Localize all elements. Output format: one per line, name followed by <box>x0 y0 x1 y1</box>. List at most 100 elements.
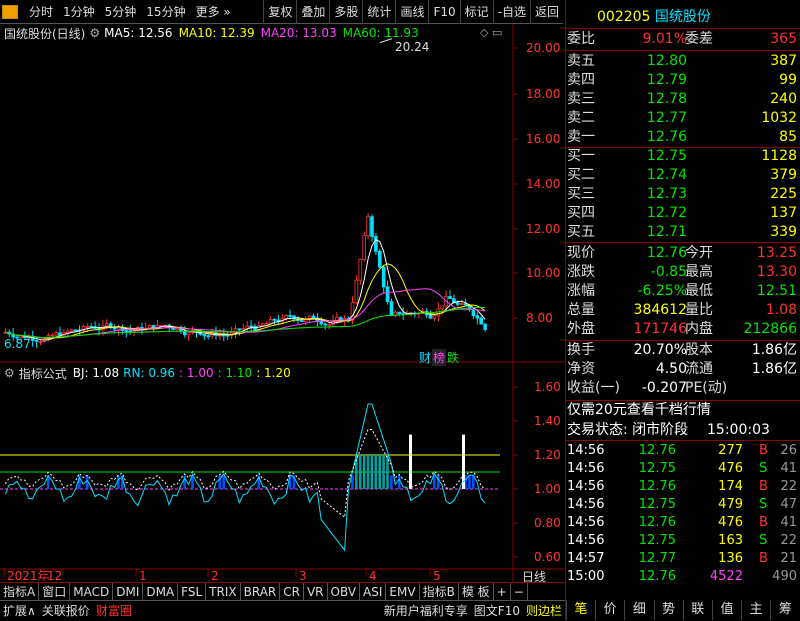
multi-stock-button[interactable]: 多股 <box>329 0 362 24</box>
indicator-tick: 0.60 <box>534 550 561 564</box>
indicator-tab[interactable]: 模 板 <box>459 582 494 601</box>
indicator-value: : 1.20 <box>256 366 291 380</box>
sidebar-button[interactable]: 则边栏 <box>523 601 565 621</box>
tab-1min[interactable]: 1分钟 <box>58 0 100 24</box>
orderbook-row[interactable]: 卖二 12.77 1032 <box>567 108 799 128</box>
kline-chart[interactable]: 20.00 18.00 16.00 14.00 12.00 10.00 8.00 1.60 1… <box>0 24 565 582</box>
draw-line-button[interactable]: 画线 <box>395 0 428 24</box>
chart-header: 国统股份(日线) ⚙ MA5: 12.56 MA10: 12.39 MA20: 13… <box>4 25 419 41</box>
tab-fenshi[interactable]: 分时 <box>24 0 58 24</box>
watchlist-button[interactable]: -自选 <box>492 0 530 24</box>
orderbook-row[interactable]: 买二 12.74 379 <box>567 165 799 185</box>
rank-badge[interactable]: 榜 <box>432 349 447 366</box>
chevron-right-icon: » <box>219 4 231 19</box>
overlay-button[interactable]: 叠加 <box>296 0 329 24</box>
settings-icon[interactable]: ⚙ <box>4 366 15 380</box>
price-tick: 8.00 <box>526 311 553 325</box>
indicator-tab[interactable]: BRAR <box>241 582 281 601</box>
stats-button[interactable]: 统计 <box>362 0 395 24</box>
price-tick: 20.00 <box>526 41 560 55</box>
side-nav-tab[interactable]: 值 <box>712 600 741 620</box>
candle-body <box>455 302 460 305</box>
rn-line <box>4 403 486 552</box>
new-user-promo[interactable]: 新用户福利专享 <box>381 601 471 621</box>
indicator-tab[interactable]: DMA <box>143 582 179 601</box>
side-nav-tab[interactable]: 势 <box>653 600 683 620</box>
trade-row: 14:57 12.77 136 B 21 <box>567 551 797 566</box>
trade-row: 14:56 12.75 476 S 41 <box>567 461 797 476</box>
side-nav-tab[interactable]: 联 <box>682 600 712 620</box>
down-badge[interactable]: 跌 <box>446 349 460 366</box>
price-tick: 10.00 <box>526 266 560 280</box>
f10-button[interactable]: F10 <box>428 0 459 24</box>
candle-body <box>132 330 136 333</box>
candle-body <box>50 334 54 337</box>
indicator-tab[interactable]: 指标B <box>420 582 459 601</box>
indicator-tab[interactable]: DMI <box>113 582 144 601</box>
window-control[interactable] <box>0 0 24 24</box>
orderbook-row[interactable]: 买五 12.71 339 <box>567 222 799 242</box>
settings-icon[interactable]: ⚙ <box>89 26 100 40</box>
indicator-tab[interactable]: ASI <box>360 582 387 601</box>
date-tick: 12 <box>47 569 62 582</box>
indicator-tab[interactable]: 窗口 <box>39 582 71 601</box>
orderbook-row[interactable]: 卖五 12.80 387 <box>567 51 799 71</box>
indicator-value: : 1.10 <box>217 366 253 380</box>
indicator-header: ⚙ 指标公式 BJ: 1.08 RN: 0.96: 1.00: 1.10: 1.2… <box>4 365 291 381</box>
trade-row: 14:56 12.75 479 S 47 <box>567 497 797 512</box>
indicator-tab[interactable]: MACD <box>70 582 114 601</box>
side-nav-tab[interactable]: 主 <box>741 600 770 620</box>
indicator-bar <box>358 455 362 489</box>
menu-icon[interactable] <box>2 4 18 19</box>
quote-row: 外盘 171746 内盘 212866 <box>567 321 797 337</box>
f10-text-button[interactable]: 图文F10 <box>471 601 523 621</box>
related-quote-button[interactable]: 关联报价 <box>39 601 93 621</box>
indicator-tick: 1.00 <box>534 482 561 496</box>
fuquan-button[interactable]: 复权 <box>263 0 296 24</box>
candle-body <box>260 323 265 326</box>
trade-row: 15:00 12.76 4522 490 <box>567 569 797 584</box>
candle-body <box>381 266 386 288</box>
candle-body <box>249 325 253 328</box>
orderbook-row[interactable]: 买三 12.73 225 <box>567 184 799 204</box>
back-button[interactable]: 返回 <box>529 0 563 24</box>
stock-code: 002205 <box>597 9 651 25</box>
candle-body <box>66 330 70 333</box>
indicator-bar <box>390 475 393 489</box>
side-nav-tab[interactable]: 价 <box>595 600 624 620</box>
side-nav-tab[interactable]: 笔 <box>566 600 595 620</box>
orderbook-row[interactable]: 买一 12.75 1128 <box>567 146 799 166</box>
indicator-tab[interactable]: EMV <box>386 582 420 601</box>
candle-body <box>374 236 378 252</box>
expand-button[interactable]: 扩展∧ <box>0 601 39 621</box>
chart-window-icons[interactable]: ◇ ▭ <box>480 26 502 39</box>
finance-badge[interactable]: 财 <box>418 349 432 366</box>
wealth-circle-button[interactable]: 财富圈 <box>93 601 135 621</box>
tab-15min[interactable]: 15分钟 <box>141 0 190 24</box>
indicator-bar <box>366 455 370 489</box>
candle-body <box>206 335 211 338</box>
indicator-tab[interactable]: OBV <box>328 582 361 601</box>
tab-5min[interactable]: 5分钟 <box>100 0 142 24</box>
mark-button[interactable]: 标记 <box>459 0 493 24</box>
orderbook-row[interactable]: 卖三 12.78 240 <box>567 89 799 109</box>
more-button[interactable]: 更多 » <box>191 0 236 24</box>
indicator-tick: 1.60 <box>534 380 561 394</box>
indicator-tab[interactable]: CR <box>280 582 304 601</box>
indicator-tab[interactable]: + <box>494 582 511 601</box>
indicator-tab[interactable]: FSL <box>178 582 207 601</box>
candle-body <box>327 324 331 327</box>
side-nav-tab[interactable]: 筹 <box>770 600 799 620</box>
indicator-tab[interactable]: − <box>511 582 528 601</box>
info-badges[interactable]: 财 榜 跌 <box>418 349 460 366</box>
indicator-tab[interactable]: TRIX <box>206 582 241 601</box>
indicator-tab[interactable]: VR <box>304 582 328 601</box>
orderbook-row[interactable]: 卖四 12.79 99 <box>567 70 799 90</box>
orderbook-row[interactable]: 卖一 12.76 85 <box>567 127 799 147</box>
indicator-tab[interactable]: 指标A <box>0 582 40 601</box>
promo-text[interactable]: 仅需20元查看千档行情 <box>567 400 799 420</box>
candle-body <box>34 339 39 342</box>
orderbook-row[interactable]: 买四 12.72 137 <box>567 203 799 223</box>
side-nav-tab[interactable]: 细 <box>624 600 653 620</box>
trade-row: 14:56 12.76 277 B 26 <box>567 443 797 458</box>
